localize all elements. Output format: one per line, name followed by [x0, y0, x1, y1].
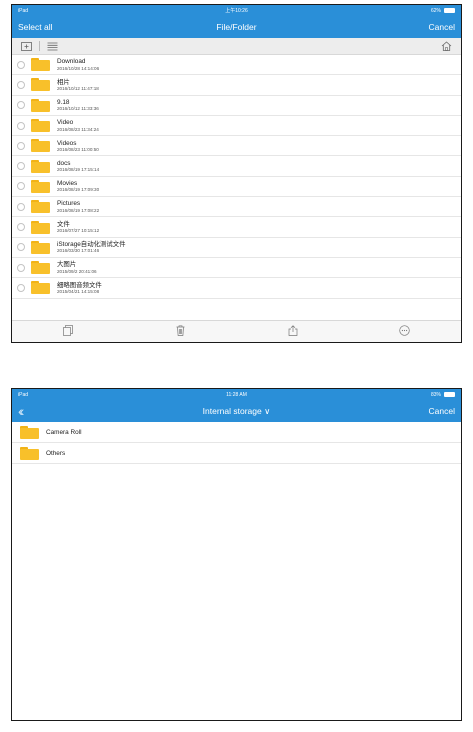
folder-icon	[31, 119, 50, 133]
folder-icon	[31, 240, 50, 254]
share-button[interactable]	[237, 321, 349, 342]
file-date: 2015/04/21 14:15:08	[57, 288, 100, 294]
select-all-button[interactable]: Select all	[18, 22, 53, 32]
file-row[interactable]: Movies 2016/08/19 17:09:30	[12, 177, 461, 198]
folder-icon	[31, 200, 50, 214]
folder-icon	[31, 179, 50, 193]
status-time: 11:28 AM	[226, 391, 247, 398]
file-row[interactable]: docs 2016/08/19 17:15:14	[12, 156, 461, 177]
select-radio[interactable]	[17, 182, 25, 191]
file-date: 2016/08/23 11:00:50	[57, 146, 99, 152]
new-folder-icon[interactable]	[21, 41, 32, 51]
sort-list-icon[interactable]	[47, 42, 58, 51]
list-item[interactable]: Camera Roll	[12, 422, 461, 443]
internal-storage-screen: iPad 11:28 AM 83% ‹‹ Internal storage ∨ …	[11, 388, 462, 721]
file-date: 2016/08/19 17:08:22	[57, 207, 100, 213]
file-row[interactable]: Pictures 2016/08/19 17:08:22	[12, 197, 461, 218]
folder-icon	[31, 139, 50, 153]
bottom-action-bar	[12, 320, 461, 342]
storage-list: Camera Roll Others	[12, 422, 461, 464]
copy-button[interactable]	[12, 321, 124, 342]
list-item[interactable]: Others	[12, 443, 461, 464]
file-row[interactable]: Video 2016/08/23 11:34:24	[12, 116, 461, 137]
file-folder-screen: iPad 上午10:26 62% Select all File/Folder …	[11, 4, 462, 343]
chevron-down-icon: ∨	[264, 405, 271, 416]
cancel-button[interactable]: Cancel	[429, 406, 455, 416]
file-date: 2016/10/12 11:33:36	[57, 106, 99, 112]
select-radio[interactable]	[17, 162, 25, 171]
file-row[interactable]: iStorage自动化测试文件 2016/03/30 17:01:46	[12, 238, 461, 258]
file-list: Download 2016/10/28 14:14:06 相片 2016/10/12…	[12, 55, 461, 319]
folder-icon	[31, 78, 50, 92]
file-name: Video	[57, 119, 74, 127]
file-row[interactable]: 大图片 2015/09/2 20:41:06	[12, 258, 461, 279]
nav-bar: ‹‹ Internal storage ∨ Cancel	[12, 400, 461, 422]
trash-icon	[176, 323, 185, 341]
file-name: 大图片	[57, 261, 77, 269]
select-radio[interactable]	[17, 202, 25, 211]
status-bar: iPad 上午10:26 62%	[12, 5, 461, 16]
file-date: 2016/08/19 17:09:30	[57, 187, 100, 193]
file-name: 相片	[57, 78, 70, 86]
file-name: Pictures	[57, 200, 81, 208]
item-name: Others	[46, 449, 66, 457]
file-row[interactable]: 相片 2016/10/12 11:47:18	[12, 75, 461, 96]
select-radio[interactable]	[17, 121, 25, 130]
select-radio[interactable]	[17, 101, 25, 110]
select-radio[interactable]	[17, 283, 25, 292]
cancel-button[interactable]: Cancel	[429, 22, 455, 32]
file-date: 2016/10/28 14:14:06	[57, 65, 100, 71]
file-name: 细略图音频文件	[57, 281, 102, 289]
select-radio[interactable]	[17, 80, 25, 89]
file-row[interactable]: 文件 2016/07/27 10:15:12	[12, 217, 461, 238]
page-title[interactable]: Internal storage ∨	[12, 406, 461, 417]
select-radio[interactable]	[17, 141, 25, 150]
folder-icon	[20, 425, 39, 439]
storage-title: Internal storage	[202, 405, 262, 416]
status-bar: iPad 11:28 AM 83%	[12, 389, 461, 400]
file-name: iStorage自动化测试文件	[57, 241, 126, 248]
file-name: 文件	[57, 220, 70, 228]
folder-icon	[31, 98, 50, 112]
nav-bar: Select all File/Folder Cancel	[12, 16, 461, 38]
select-radio[interactable]	[17, 243, 25, 252]
file-name: Download	[57, 58, 86, 66]
select-radio[interactable]	[17, 263, 25, 272]
delete-button[interactable]	[124, 321, 236, 342]
select-radio[interactable]	[17, 60, 25, 69]
folder-icon	[31, 261, 50, 275]
folder-icon	[31, 58, 50, 72]
file-date: 2016/08/23 11:34:24	[57, 126, 99, 132]
file-row[interactable]: Download 2016/10/28 14:14:06	[12, 55, 461, 76]
more-button[interactable]	[349, 321, 461, 342]
home-icon[interactable]	[441, 41, 452, 51]
folder-icon	[20, 446, 39, 460]
file-date: 2016/03/30 17:01:46	[57, 248, 100, 254]
file-row[interactable]: 9.18 2016/10/12 11:33:36	[12, 96, 461, 116]
toolbar-divider	[39, 41, 40, 51]
folder-icon	[31, 220, 50, 234]
toolbar	[12, 38, 461, 55]
file-row[interactable]: 细略图音频文件 2015/04/21 14:15:08	[12, 278, 461, 299]
page-title: File/Folder	[216, 22, 257, 32]
file-name: Videos	[57, 139, 77, 147]
file-date: 2016/08/19 17:15:14	[57, 167, 100, 173]
folder-icon	[31, 159, 50, 173]
item-name: Camera Roll	[46, 428, 82, 436]
select-radio[interactable]	[17, 223, 25, 232]
file-date: 2015/09/2 20:41:06	[57, 268, 97, 274]
status-time: 上午10:26	[225, 8, 248, 14]
copy-icon	[63, 323, 73, 341]
file-date: 2016/07/27 10:15:12	[57, 228, 100, 234]
double-back-icon[interactable]: ‹‹	[18, 404, 25, 418]
file-date: 2016/10/12 11:47:18	[57, 85, 99, 91]
share-icon	[288, 323, 298, 341]
more-icon	[399, 323, 411, 341]
file-name: docs	[57, 159, 71, 167]
file-row[interactable]: Videos 2016/08/23 11:00:50	[12, 136, 461, 157]
file-name: 9.18	[57, 98, 70, 106]
folder-icon	[31, 281, 50, 295]
file-name: Movies	[57, 180, 78, 188]
